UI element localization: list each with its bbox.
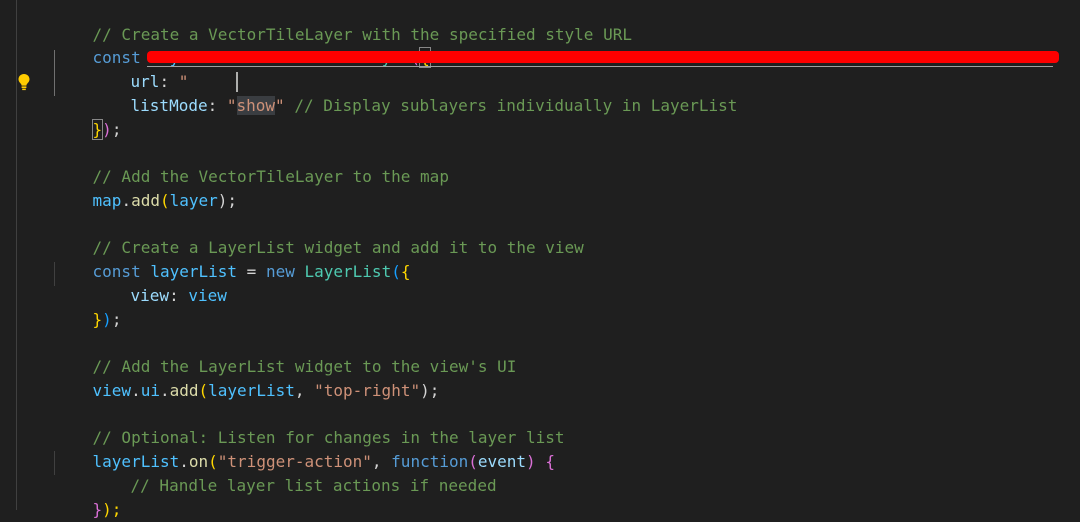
code-line-1: // Create a VectorTileLayer with the spe… (54, 0, 632, 44)
method-add: add (169, 381, 199, 400)
paren-close-semicolon: ); (420, 381, 440, 400)
string-quote-open: " (226, 96, 237, 115)
comma: , (294, 381, 315, 400)
paren-close-semicolon: ); (102, 500, 122, 519)
code-line-8: map.add(layer); (54, 165, 238, 210)
code-line-16: view.ui.add(layerList, "top-right"); (54, 355, 440, 400)
code-line-4: listMode: "show" // Display sublayers in… (92, 70, 737, 115)
code-line-15: // Add the LayerList widget to the view'… (54, 331, 517, 376)
code-editor[interactable]: // Create a VectorTileLayer with the spe… (0, 0, 1080, 522)
paren-open: ( (198, 381, 209, 400)
paren-open: ( (391, 262, 401, 281)
operator-assign: = (237, 262, 266, 281)
brace-close: } (92, 310, 103, 329)
code-line-3-tail: ", (1059, 46, 1080, 70)
redacted-url-underline (147, 66, 1053, 67)
dot: . (131, 381, 141, 400)
identifier-layerlist: layerList (208, 381, 295, 400)
code-line-20: // Handle layer list actions if needed (92, 450, 497, 495)
code-line-12: view: view (92, 260, 227, 305)
brace-close: } (92, 500, 103, 519)
class-layerlist: LayerList (304, 262, 392, 281)
code-line-21: }); (54, 474, 122, 519)
string-show-highlighted[interactable]: show (236, 96, 276, 115)
brace-open: { (545, 452, 555, 471)
string-quote-close: " (275, 96, 285, 115)
code-line-10: // Create a LayerList widget and add it … (54, 212, 584, 257)
comment: // Display sublayers individually in Lay… (294, 96, 738, 115)
colon: : (207, 96, 227, 115)
identifier-ui: ui (140, 381, 160, 400)
paren-open: ( (159, 191, 170, 210)
keyword-new: new (265, 262, 295, 281)
semicolon: ; (111, 310, 122, 329)
code-line-19: layerList.on("trigger-action", function(… (54, 426, 555, 471)
property-listmode: listMode (130, 96, 208, 115)
code-line-2: const layer = new VectorTileLayer({ (54, 22, 431, 68)
brace-open: { (400, 262, 411, 281)
code-line-5: }); (54, 94, 121, 140)
colon: : (169, 286, 189, 305)
redacted-url-mark (147, 51, 1059, 63)
method-add: add (131, 191, 160, 210)
dot: . (159, 381, 170, 400)
code-line-13: }); (54, 284, 122, 329)
paren-close: ) (102, 310, 112, 329)
code-line-22: }); (16, 498, 83, 522)
identifier-layer: layer (169, 191, 218, 210)
comment: // Handle layer list actions if needed (130, 476, 497, 495)
paren-close: ) (526, 452, 536, 471)
paren-close: ) (102, 120, 112, 139)
semicolon: ; (111, 120, 122, 139)
brace-close-matched: } (91, 119, 104, 140)
code-line-7: // Add the VectorTileLayer to the map (54, 141, 449, 186)
code-line-11: const layerList = new LayerList({ (54, 236, 411, 281)
string-top-right: "top-right" (314, 381, 421, 400)
dot: . (121, 191, 132, 210)
text-cursor (236, 72, 238, 92)
identifier-map: map (92, 191, 122, 210)
identifier-view: view (92, 381, 132, 400)
property-view: view (130, 286, 170, 305)
lightbulb-icon[interactable] (17, 73, 31, 91)
code-line-18: // Optional: Listen for changes in the l… (54, 402, 565, 447)
identifier-view: view (188, 286, 227, 305)
paren-close-semicolon: ); (217, 191, 238, 210)
